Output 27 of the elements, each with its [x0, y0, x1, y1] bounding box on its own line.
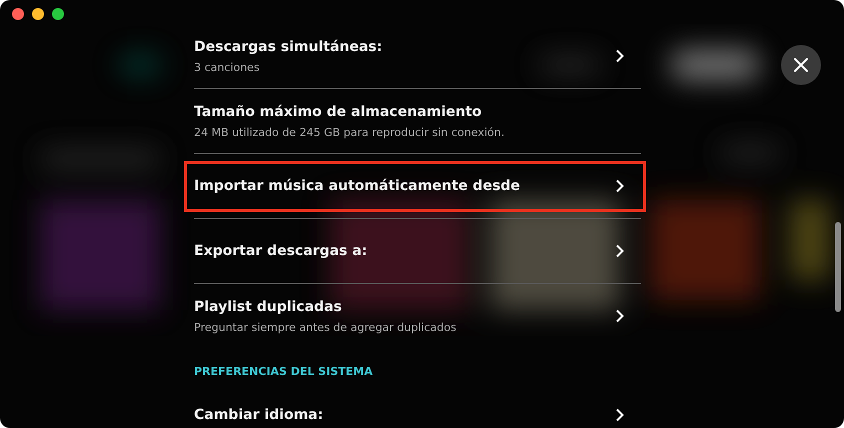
setting-title: Tamaño máximo de almacenamiento — [194, 102, 483, 120]
chevron-icon — [615, 244, 625, 258]
close-window-button[interactable] — [12, 8, 24, 20]
zoom-window-button[interactable] — [52, 8, 64, 20]
setting-row[interactable]: Importar música automáticamente desde — [194, 154, 641, 219]
setting-title: Exportar descargas a: — [194, 242, 368, 260]
setting-subtitle: 24 MB utilizado de 245 GB para reproducir sin conexión. — [194, 124, 504, 140]
chevron-icon — [615, 49, 625, 63]
setting-subtitle: Preguntar siempre antes de agregar duplicados — [194, 320, 456, 334]
setting-title: Cambiar idioma: — [194, 406, 324, 424]
chevron-icon — [615, 179, 625, 193]
setting-row[interactable]: Descargas simultáneas: 3 canciones — [194, 24, 641, 89]
chevron-icon — [615, 408, 625, 422]
setting-row[interactable]: Playlist duplicadas Preguntar siempre antes de agregar duplicados — [194, 284, 641, 349]
setting-title: Descargas simultáneas: — [194, 38, 382, 56]
close-button[interactable] — [781, 45, 821, 85]
chevron-icon — [615, 309, 625, 323]
setting-subtitle: 3 canciones — [194, 60, 261, 74]
setting-row[interactable]: Cambiar idioma: — [194, 393, 641, 428]
setting-row[interactable]: Tamaño máximo de almacenamiento 24 MB utilizado de 245 GB para reproducir sin conexión. — [194, 89, 641, 154]
minimize-window-button[interactable] — [32, 8, 44, 20]
scrollbar[interactable] — [835, 222, 841, 312]
setting-row[interactable]: Exportar descargas a: — [194, 219, 641, 284]
section-header: PREFERENCIAS DEL SISTEMA — [194, 364, 373, 378]
setting-title: Importar música automáticamente desde — [194, 177, 520, 195]
setting-title: Playlist duplicadas — [194, 298, 343, 316]
close-icon — [794, 58, 808, 72]
